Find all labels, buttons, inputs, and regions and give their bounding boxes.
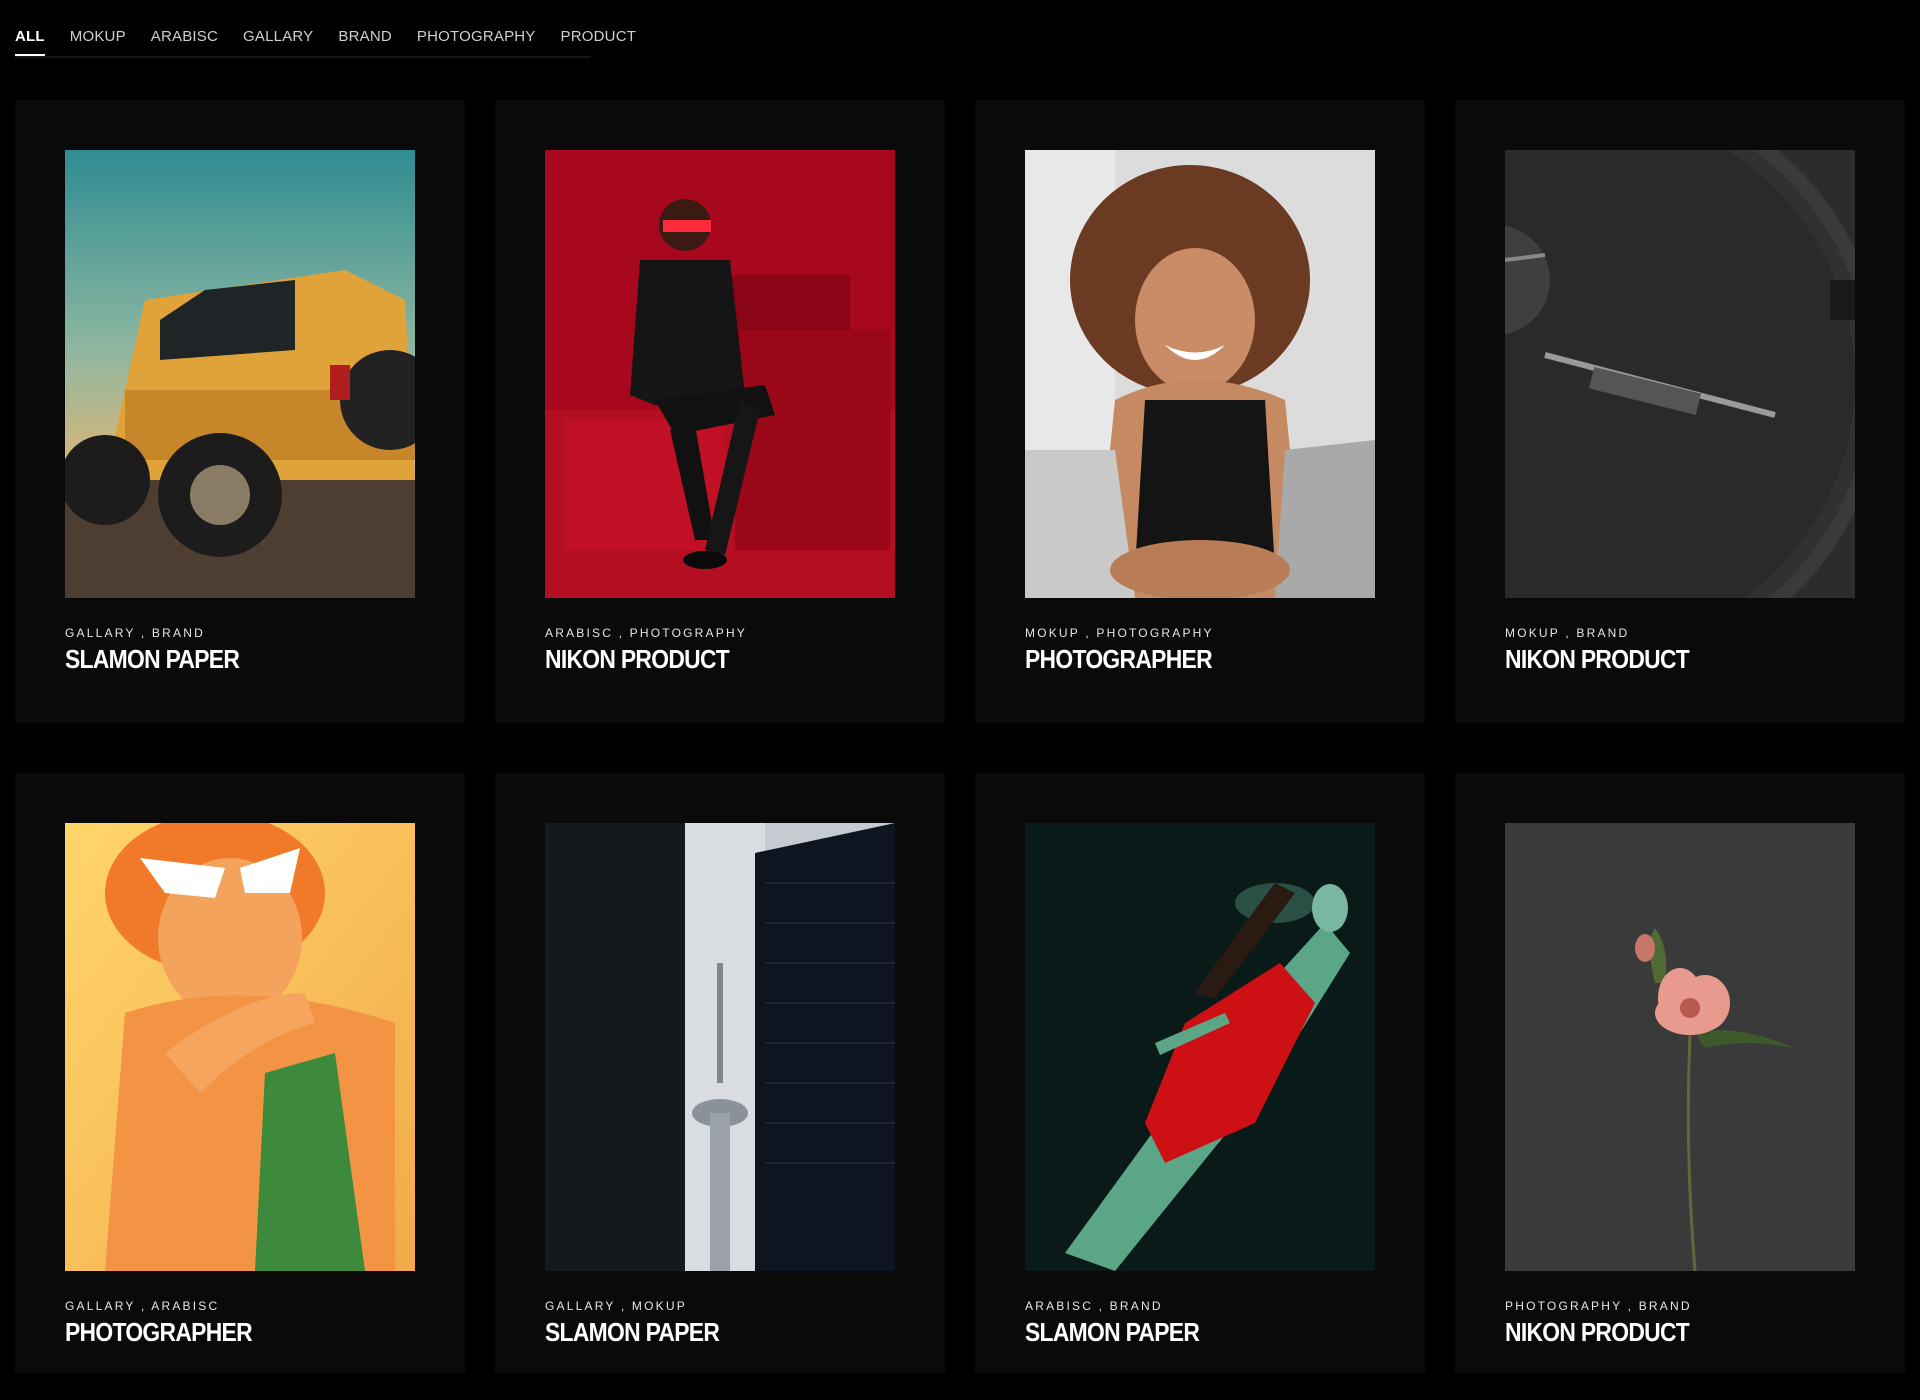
card-tags: GALLARY , MOKUP xyxy=(545,1299,687,1313)
card-title[interactable]: PHOTOGRAPHER xyxy=(1025,644,1213,675)
card-title[interactable]: PHOTOGRAPHER xyxy=(65,1317,253,1348)
smiling-woman-curly-hair-photo[interactable] xyxy=(1025,150,1375,598)
filter-arabisc[interactable]: ARABISC xyxy=(151,22,218,54)
portfolio-card[interactable]: PHOTOGRAPHY , BRAND NIKON PRODUCT xyxy=(1455,773,1905,1373)
man-red-background-photo[interactable] xyxy=(545,150,895,598)
portfolio-card[interactable]: MOKUP , PHOTOGRAPHY PHOTOGRAPHER xyxy=(975,100,1425,723)
card-title[interactable]: SLAMON PAPER xyxy=(545,1317,720,1348)
filter-gallary[interactable]: GALLARY xyxy=(243,22,313,54)
portfolio-card[interactable]: GALLARY , BRAND SLAMON PAPER xyxy=(15,100,465,723)
filter-photography[interactable]: PHOTOGRAPHY xyxy=(417,22,536,54)
tower-between-buildings-photo[interactable] xyxy=(545,823,895,1271)
filter-product[interactable]: PRODUCT xyxy=(561,22,637,54)
filter-mokup[interactable]: MOKUP xyxy=(70,22,126,54)
card-tags: GALLARY , BRAND xyxy=(65,626,205,640)
portfolio-grid: GALLARY , BRAND SLAMON PAPER ARABISC , P… xyxy=(15,100,1905,1373)
card-tags: MOKUP , PHOTOGRAPHY xyxy=(1025,626,1214,640)
card-title[interactable]: SLAMON PAPER xyxy=(65,644,240,675)
card-tags: GALLARY , ARABISC xyxy=(65,1299,220,1313)
card-tags: ARABISC , PHOTOGRAPHY xyxy=(545,626,748,640)
pink-flower-dark-photo[interactable] xyxy=(1505,823,1855,1271)
filter-all[interactable]: ALL xyxy=(15,22,45,56)
card-title[interactable]: SLAMON PAPER xyxy=(1025,1317,1200,1348)
woman-sunglasses-orange-photo[interactable] xyxy=(65,823,415,1271)
card-tags: ARABISC , BRAND xyxy=(1025,1299,1163,1313)
underwater-woman-red-dress-photo[interactable] xyxy=(1025,823,1375,1271)
watch-dial-closeup-photo[interactable] xyxy=(1505,150,1855,598)
filter-brand[interactable]: BRAND xyxy=(338,22,392,54)
card-title[interactable]: NIKON PRODUCT xyxy=(1505,644,1690,675)
portfolio-card[interactable]: GALLARY , MOKUP SLAMON PAPER xyxy=(495,773,945,1373)
card-title[interactable]: NIKON PRODUCT xyxy=(545,644,730,675)
card-tags: PHOTOGRAPHY , BRAND xyxy=(1505,1299,1692,1313)
portfolio-card[interactable]: MOKUP , BRAND NIKON PRODUCT xyxy=(1455,100,1905,723)
portfolio-card[interactable]: ARABISC , PHOTOGRAPHY NIKON PRODUCT xyxy=(495,100,945,723)
card-tags: MOKUP , BRAND xyxy=(1505,626,1630,640)
yellow-jeep-photo[interactable] xyxy=(65,150,415,598)
card-title[interactable]: NIKON PRODUCT xyxy=(1505,1317,1690,1348)
portfolio-card[interactable]: GALLARY , ARABISC PHOTOGRAPHER xyxy=(15,773,465,1373)
portfolio-filter-bar: ALL MOKUP ARABISC GALLARY BRAND PHOTOGRA… xyxy=(15,22,636,58)
portfolio-card[interactable]: ARABISC , BRAND SLAMON PAPER xyxy=(975,773,1425,1373)
